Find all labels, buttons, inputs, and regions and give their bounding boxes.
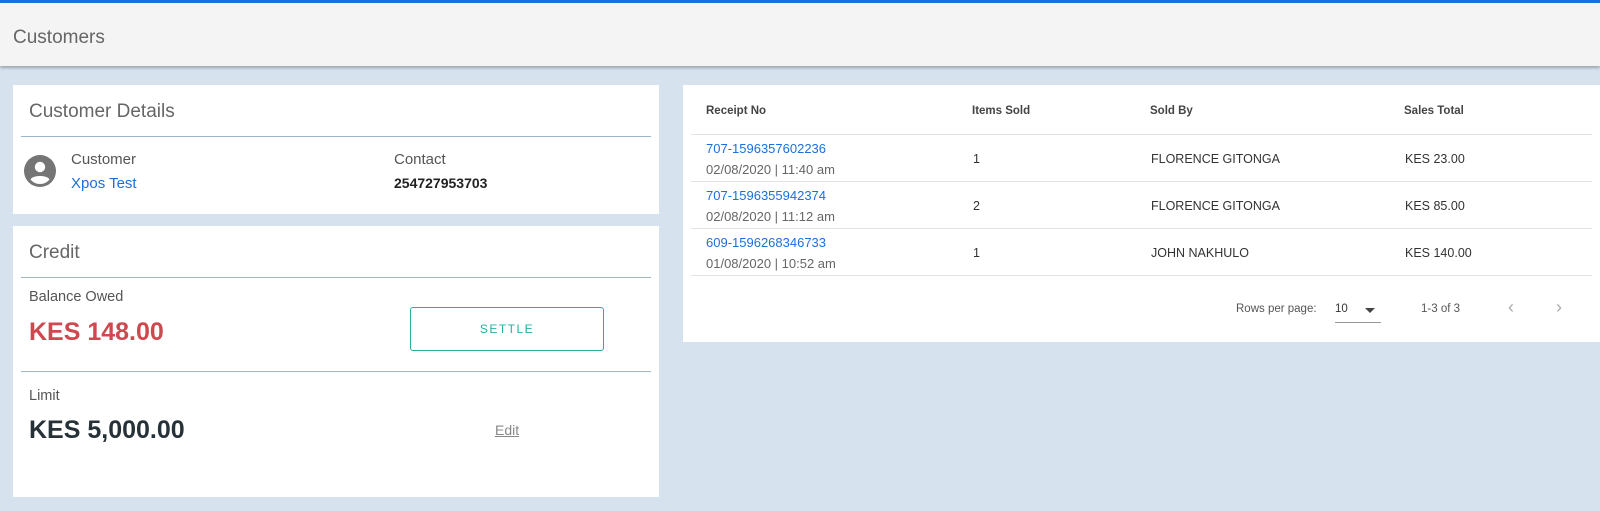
customer-details-header: Customer Details	[21, 85, 651, 137]
receipt-datetime: 02/08/2020 | 11:12 am	[706, 209, 835, 224]
sold-by-cell: JOHN NAKHULO	[1151, 246, 1249, 260]
credit-title: Credit	[29, 242, 80, 263]
contact-label: Contact	[394, 151, 446, 168]
items-sold-cell: 2	[973, 199, 980, 213]
credit-header: Credit	[21, 226, 651, 278]
chevron-left-icon[interactable]: ‹	[1508, 297, 1514, 318]
balance-owed-label: Balance Owed	[29, 289, 124, 305]
sold-by-cell: FLORENCE GITONGA	[1151, 199, 1280, 213]
customer-label: Customer	[71, 151, 137, 168]
column-header-items-sold[interactable]: Items Sold	[972, 105, 1030, 117]
chevron-right-icon[interactable]: ›	[1556, 297, 1562, 318]
table-row[interactable]: 707-1596357602236 02/08/2020 | 11:40 am …	[691, 134, 1592, 182]
column-header-receipt-no[interactable]: Receipt No	[706, 105, 766, 117]
sales-total-cell: KES 85.00	[1405, 199, 1465, 213]
receipts-table-card: Receipt No Items Sold Sold By Sales Tota…	[683, 85, 1600, 342]
receipt-datetime: 02/08/2020 | 11:40 am	[706, 162, 835, 177]
rows-per-page-label: Rows per page:	[1236, 303, 1317, 315]
receipt-number-link[interactable]: 609-1596268346733	[706, 235, 826, 250]
balance-owed-value: KES 148.00	[29, 318, 164, 346]
settle-button[interactable]: SETTLE	[410, 307, 604, 351]
credit-divider	[21, 371, 651, 372]
sold-by-cell: FLORENCE GITONGA	[1151, 152, 1280, 166]
person-icon	[24, 155, 56, 187]
pagination-range: 1-3 of 3	[1421, 303, 1460, 315]
table-row[interactable]: 707-1596355942374 02/08/2020 | 11:12 am …	[691, 181, 1592, 229]
edit-limit-link[interactable]: Edit	[495, 422, 519, 438]
receipt-datetime: 01/08/2020 | 10:52 am	[706, 256, 836, 271]
table-footer-divider	[691, 275, 1592, 276]
table-row[interactable]: 609-1596268346733 01/08/2020 | 10:52 am …	[691, 228, 1592, 276]
caret-down-icon	[1365, 308, 1375, 313]
customer-name-link[interactable]: Xpos Test	[71, 175, 137, 192]
receipt-number-link[interactable]: 707-1596357602236	[706, 141, 826, 156]
top-bar: Customers	[0, 0, 1600, 66]
column-header-sold-by[interactable]: Sold By	[1150, 105, 1193, 117]
limit-value: KES 5,000.00	[29, 416, 185, 444]
sales-total-cell: KES 23.00	[1405, 152, 1465, 166]
limit-label: Limit	[29, 388, 60, 404]
column-header-sales-total[interactable]: Sales Total	[1404, 105, 1464, 117]
customer-details-title: Customer Details	[29, 101, 175, 122]
items-sold-cell: 1	[973, 152, 980, 166]
contact-value: 254727953703	[394, 175, 488, 191]
credit-card: Credit Balance Owed KES 148.00 SETTLE Li…	[13, 226, 659, 497]
page-title: Customers	[13, 27, 105, 48]
customer-details-card: Customer Details Customer Xpos Test Cont…	[13, 85, 659, 214]
items-sold-cell: 1	[973, 246, 980, 260]
rows-per-page-select[interactable]: 10	[1335, 295, 1381, 323]
receipt-number-link[interactable]: 707-1596355942374	[706, 188, 826, 203]
rows-per-page-value: 10	[1335, 303, 1348, 315]
sales-total-cell: KES 140.00	[1405, 246, 1472, 260]
